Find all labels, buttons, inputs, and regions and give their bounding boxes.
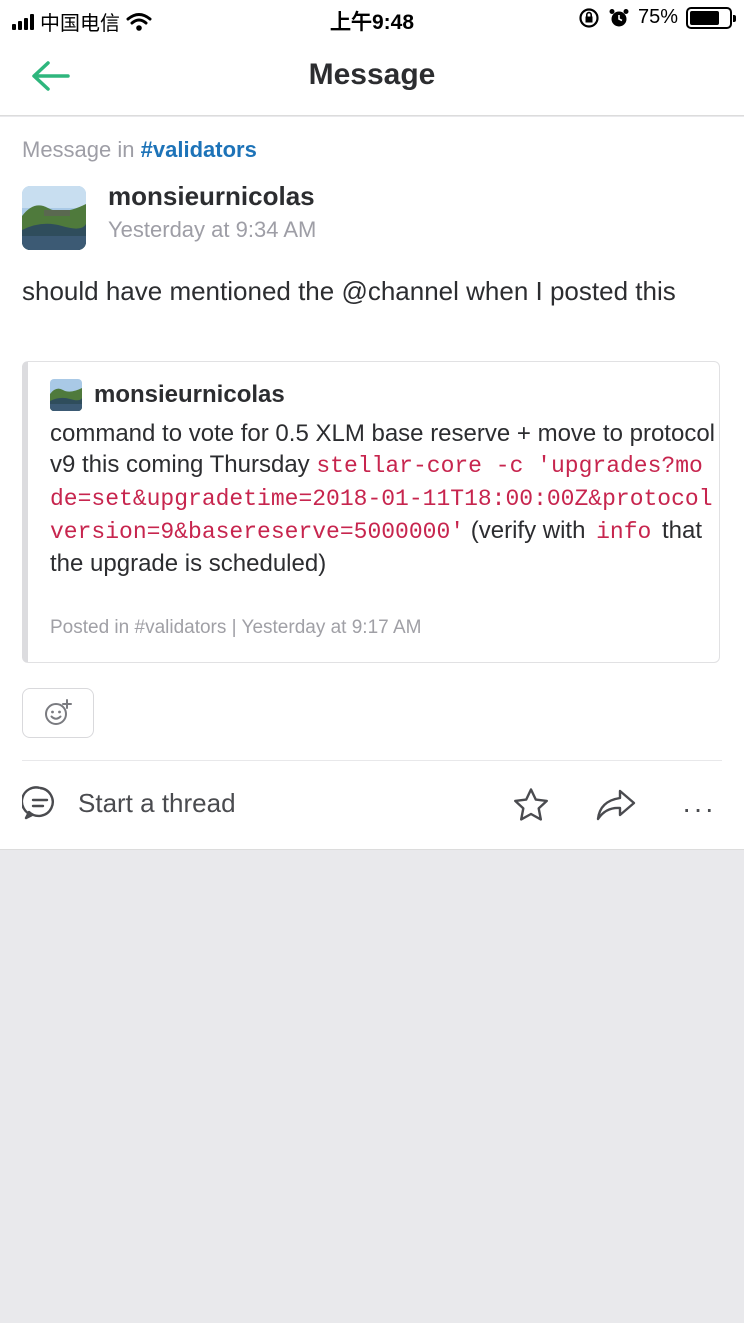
quoted-footer: Posted in #validators | Yesterday at 9:1… xyxy=(50,617,422,638)
avatar[interactable] xyxy=(22,186,86,250)
message-body: should have mentioned the @channel when … xyxy=(22,276,676,306)
thread-bubble-icon xyxy=(22,786,54,820)
status-bar: 中国电信 上午9:48 75% xyxy=(0,0,744,38)
start-thread-button[interactable]: Start a thread xyxy=(22,785,236,821)
battery-percent: 75% xyxy=(637,6,678,28)
quoted-avatar-photo xyxy=(50,379,82,411)
more-options-button[interactable]: ··· xyxy=(682,793,716,825)
message-detail: Message in #validators monsieurnicolas Y… xyxy=(0,117,744,850)
battery-icon xyxy=(686,6,736,29)
context-prefix: Message in xyxy=(22,137,135,162)
share-arrow-icon xyxy=(596,789,636,821)
battery-fill xyxy=(690,10,719,25)
status-icons: 75% xyxy=(578,6,736,29)
add-emoji-icon xyxy=(45,699,72,725)
avatar-photo xyxy=(22,186,86,250)
rotation-lock-icon xyxy=(579,7,599,28)
message-timestamp: Yesterday at 9:34 AM xyxy=(108,217,317,242)
message-context: Message in #validators xyxy=(22,137,257,163)
share-button[interactable] xyxy=(594,787,638,828)
quoted-code-info: info xyxy=(596,519,652,545)
quoted-message[interactable]: monsieurnicolas command to vote for 0.5 … xyxy=(22,361,720,663)
start-thread-label: Start a thread xyxy=(78,787,236,818)
quoted-author: monsieurnicolas xyxy=(94,381,285,408)
navigation-bar: Message xyxy=(0,38,744,116)
star-button[interactable] xyxy=(512,787,550,828)
author-name[interactable]: monsieurnicolas xyxy=(108,181,315,212)
star-icon xyxy=(514,788,548,821)
quoted-body: command to vote for 0.5 XLM base reserve… xyxy=(50,418,715,579)
add-reaction-button[interactable] xyxy=(22,688,94,738)
page-title: Message xyxy=(308,58,436,91)
channel-link[interactable]: #validators xyxy=(141,137,257,162)
alarm-icon xyxy=(609,8,629,26)
action-bar: Start a thread ··· xyxy=(0,761,744,849)
quoted-text-mid: (verify with xyxy=(464,517,593,544)
quoted-avatar xyxy=(50,379,82,411)
